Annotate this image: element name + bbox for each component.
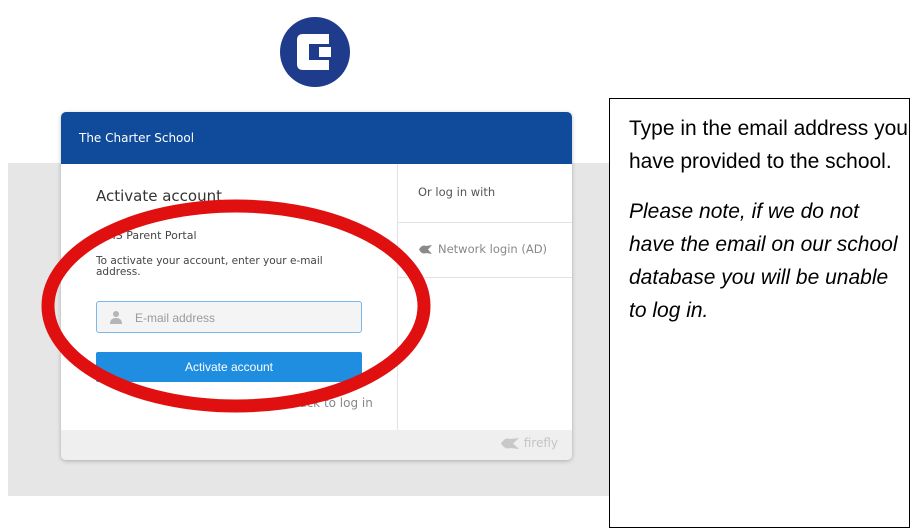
network-login-button[interactable]: Network login (AD) (418, 241, 547, 257)
activate-title: Activate account (96, 187, 222, 205)
firefly-login-icon (419, 244, 432, 254)
card-footer: firefly (61, 430, 572, 460)
user-icon (110, 311, 122, 324)
email-field[interactable] (96, 301, 362, 333)
activate-account-button[interactable]: Activate account (96, 352, 362, 382)
firefly-brand-label: firefly (523, 436, 558, 450)
callout-text: Type in the email address you have provi… (629, 117, 908, 173)
divider (398, 277, 572, 278)
school-name: The Charter School (79, 131, 195, 145)
email-input[interactable] (133, 307, 357, 329)
card-header: The Charter School (61, 112, 572, 164)
portal-subtitle: SIMS Parent Portal (96, 229, 197, 242)
firefly-brand: firefly (500, 436, 558, 450)
callout-note: Please note, if we do not have the email… (629, 200, 898, 322)
network-login-label: Network login (AD) (438, 242, 548, 256)
instruction-callout: Type in the email address you have provi… (609, 98, 910, 528)
charter-school-logo-icon (280, 17, 350, 87)
activation-card: The Charter School Or log in with Networ… (61, 112, 572, 460)
divider (398, 222, 572, 223)
activate-instructions: To activate your account, enter your e-m… (96, 255, 323, 278)
back-to-login-link[interactable]: Back to log in (291, 396, 373, 410)
or-login-heading: Or log in with (418, 185, 496, 199)
firefly-logo-icon (500, 437, 519, 449)
alt-login-panel: Or log in with Network login (AD) (397, 164, 572, 430)
